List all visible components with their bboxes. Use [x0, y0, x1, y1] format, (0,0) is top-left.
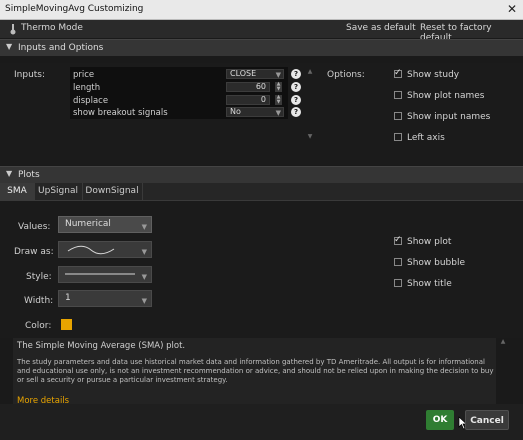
description-body: The study parameters and data use histor… — [17, 358, 494, 384]
tab-upsignal[interactable]: UpSignal — [34, 183, 83, 200]
show-title-checkbox[interactable] — [394, 279, 402, 287]
chevron-down-icon: ▼ — [141, 273, 147, 281]
description-scrollbar[interactable]: ▲ — [499, 338, 507, 404]
values-value: Numerical — [65, 219, 111, 229]
values-label: Values: — [18, 222, 51, 232]
description-title: The Simple Moving Average (SMA) plot. — [17, 341, 186, 351]
save-as-default-button[interactable]: Save as default — [346, 23, 416, 33]
window-titlebar: SimpleMovingAvg Customizing ✕ — [0, 0, 523, 20]
style-select[interactable]: ▼ — [58, 266, 152, 283]
input-name-breakout: show breakout signals — [73, 108, 168, 118]
width-label: Width: — [24, 296, 54, 306]
inputs-options-header[interactable]: ▼ Inputs and Options — [0, 39, 523, 56]
chevron-down-icon: ▼ — [275, 71, 281, 79]
draw-as-select[interactable]: ▼ — [58, 241, 152, 258]
section-title-plots: Plots — [18, 170, 40, 180]
show-plot-checkbox[interactable] — [394, 235, 402, 245]
input-name-length: length — [73, 83, 101, 93]
inputs-label: Inputs: — [14, 70, 46, 80]
thermometer-icon — [10, 24, 16, 35]
plot-tabs: SMA UpSignal DownSignal — [0, 183, 523, 201]
close-icon[interactable]: ✕ — [507, 2, 517, 16]
help-icon[interactable]: ? — [291, 69, 301, 79]
show-study-label: Show study — [407, 70, 460, 80]
show-input-names-checkbox[interactable] — [394, 112, 402, 120]
width-select[interactable]: 1 ▼ — [58, 290, 152, 307]
tab-downsignal[interactable]: DownSignal — [82, 183, 143, 200]
price-select[interactable]: CLOSE ▼ — [226, 69, 284, 79]
ok-button[interactable]: OK — [426, 410, 454, 430]
dialog-footer: OK Cancel — [0, 404, 523, 440]
show-plot-names-checkbox[interactable] — [394, 91, 402, 99]
price-value: CLOSE — [230, 69, 257, 78]
color-swatch[interactable] — [61, 319, 72, 330]
show-bubble-checkbox[interactable] — [394, 258, 402, 266]
chevron-down-icon: ▼ — [141, 297, 147, 305]
inputs-scrollbar[interactable]: ▲ ▼ — [306, 68, 314, 150]
chevron-down-icon: ▼ — [275, 109, 281, 117]
show-input-names-label: Show input names — [407, 112, 491, 122]
length-input[interactable]: 60 — [226, 82, 270, 92]
help-icon[interactable]: ? — [291, 95, 301, 105]
breakout-value: No — [230, 107, 241, 116]
input-name-displace: displace — [73, 96, 109, 106]
options-label: Options: — [327, 70, 365, 80]
plots-header[interactable]: ▼ Plots — [0, 166, 523, 183]
show-study-checkbox[interactable] — [394, 68, 402, 78]
cancel-button[interactable]: Cancel — [465, 410, 509, 430]
toolbar: Thermo Mode Save as default Reset to fac… — [0, 20, 523, 43]
left-axis-label: Left axis — [407, 133, 445, 143]
window-title: SimpleMovingAvg Customizing — [5, 4, 144, 14]
color-label: Color: — [25, 321, 52, 331]
displace-value: 0 — [260, 95, 266, 104]
displace-input[interactable]: 0 — [226, 95, 270, 105]
draw-as-label: Draw as: — [14, 247, 54, 257]
tab-sma[interactable]: SMA — [0, 183, 35, 200]
curve-line-icon — [67, 245, 115, 255]
help-icon[interactable]: ? — [291, 107, 301, 117]
scroll-down-icon[interactable]: ▼ — [306, 133, 314, 140]
chevron-down-icon: ▼ — [141, 223, 147, 231]
thermo-mode-button[interactable]: Thermo Mode — [21, 23, 83, 33]
style-label: Style: — [26, 272, 52, 282]
show-title-label: Show title — [407, 279, 452, 289]
displace-stepper[interactable]: ▲ ▼ — [275, 95, 282, 105]
show-plot-names-label: Show plot names — [407, 91, 485, 101]
help-icon[interactable]: ? — [291, 82, 301, 92]
section-title-inputs: Inputs and Options — [18, 43, 104, 53]
scroll-up-icon[interactable]: ▲ — [306, 68, 314, 75]
chevron-down-icon: ▼ — [6, 169, 13, 178]
values-select[interactable]: Numerical ▼ — [58, 216, 152, 233]
chevron-down-icon: ▼ — [141, 248, 147, 256]
scroll-up-icon[interactable]: ▲ — [499, 338, 507, 345]
left-axis-checkbox[interactable] — [394, 133, 402, 141]
breakout-select[interactable]: No ▼ — [226, 107, 284, 117]
width-value: 1 — [65, 293, 71, 303]
show-plot-label: Show plot — [407, 237, 452, 247]
length-value: 60 — [255, 82, 266, 91]
length-stepper[interactable]: ▲ ▼ — [275, 82, 282, 92]
input-name-price: price — [73, 70, 95, 80]
show-bubble-label: Show bubble — [407, 258, 466, 268]
solid-line-icon — [65, 273, 135, 275]
description-panel: The Simple Moving Average (SMA) plot. Th… — [13, 338, 496, 406]
chevron-down-icon: ▼ — [6, 42, 13, 51]
